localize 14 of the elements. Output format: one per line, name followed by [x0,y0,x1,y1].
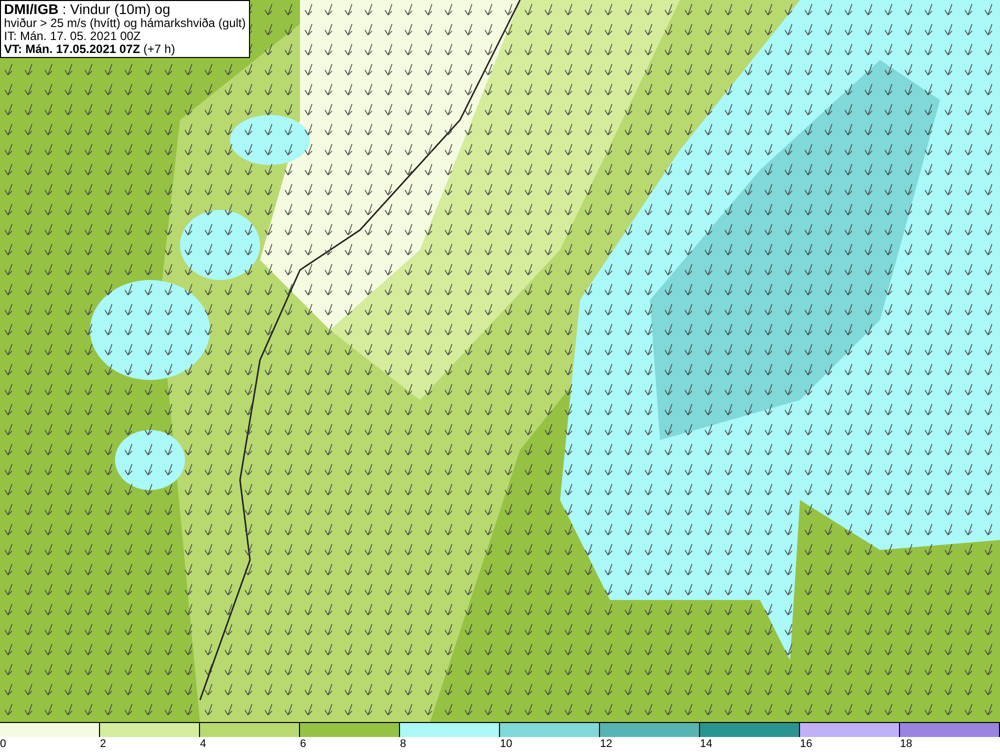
legend-label: 2 [100,737,106,752]
legend-label: 18 [900,737,912,752]
header-line: DMI/IGB : Vindur (10m) og [4,2,172,17]
legend-label: 10 [500,737,512,752]
legend-label: 4 [200,737,206,752]
legend-label: 6 [300,737,306,752]
legend-label: 16 [800,737,812,752]
header-line: hviður > 25 m/s (hvítt) og hámarkshviða (gult) [4,17,246,30]
legend-label: 14 [700,737,712,752]
header-line: IT: Mán. 17. 05. 2021 00Z [4,30,142,43]
legend-label: 0 [0,737,6,752]
legend-label: 8 [400,737,406,752]
legend-label: 12 [600,737,612,752]
header-line: VT: Mán. 17.05.2021 07Z (+7 h) [4,43,176,56]
